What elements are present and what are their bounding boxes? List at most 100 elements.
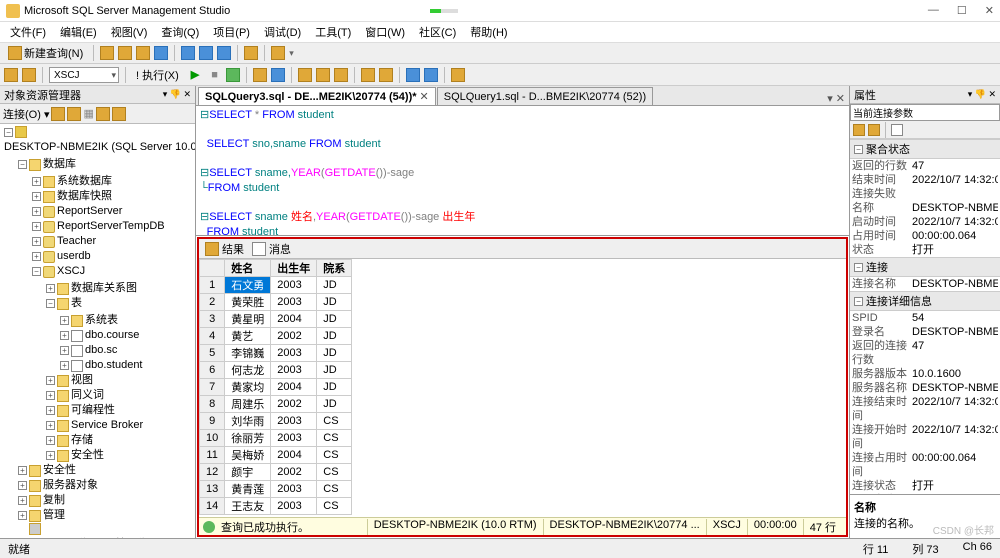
menu-help[interactable]: 帮助(H): [466, 23, 511, 41]
status-server: DESKTOP-NBME2IK (10.0 RTM): [367, 519, 543, 535]
status-login: DESKTOP-NBME2IK\20774 ...: [543, 519, 706, 535]
database-combo[interactable]: XSCJ: [49, 67, 119, 83]
table-row[interactable]: 9刘华雨2003CS: [200, 413, 352, 430]
tab-messages[interactable]: 消息: [252, 241, 291, 257]
stop-button[interactable]: ■: [207, 67, 222, 83]
props-body[interactable]: −聚合状态 返回的行数47 结束时间2022/10/7 14:32:06 连接失…: [850, 139, 1000, 494]
editor-area: SQLQuery3.sql - DE...ME2IK\20774 (54))*✕…: [196, 86, 850, 538]
toolbar-icon[interactable]: [334, 68, 348, 82]
table-row[interactable]: 4黄艺2002JD: [200, 328, 352, 345]
toolbar-icon[interactable]: [118, 46, 132, 60]
toolbar-icon[interactable]: [271, 68, 285, 82]
toolbar-icon[interactable]: [361, 68, 375, 82]
save-icon[interactable]: [199, 46, 213, 60]
alphabetical-icon[interactable]: [868, 124, 880, 136]
table-row[interactable]: 7黄家均2004JD: [200, 379, 352, 396]
sql-toolbar: XSCJ ! 执行(X) ▶ ■: [0, 64, 1000, 86]
tab-results[interactable]: 结果: [205, 241, 244, 257]
message-icon: [252, 242, 266, 256]
menu-query[interactable]: 查询(Q): [157, 23, 203, 41]
window-buttons: — ☐ ✕: [928, 4, 994, 17]
tabs-dropdown-icon[interactable]: ▾ ✕: [823, 92, 849, 105]
toolbar-icon[interactable]: [100, 46, 114, 60]
toolbar-icon[interactable]: [51, 107, 65, 121]
table-row[interactable]: 11吴梅娇2004CS: [200, 447, 352, 464]
menu-tools[interactable]: 工具(T): [311, 23, 355, 41]
menu-view[interactable]: 视图(V): [107, 23, 152, 41]
table-row[interactable]: 6何志龙2003JD: [200, 362, 352, 379]
table-row[interactable]: 8周建乐2002JD: [200, 396, 352, 413]
table-row[interactable]: 12颜宇2002CS: [200, 464, 352, 481]
table-row[interactable]: 3黄星明2004JD: [200, 311, 352, 328]
object-tree[interactable]: −DESKTOP-NBME2IK (SQL Server 10.0.160 −数…: [0, 124, 195, 538]
refresh-icon[interactable]: [112, 107, 126, 121]
status-bar: 就绪 行 11 列 73 Ch 66: [0, 538, 1000, 558]
progress-indicator: [430, 9, 458, 13]
new-query-button[interactable]: 新建查询(N): [4, 43, 87, 63]
table-row[interactable]: 13黄青莲2003CS: [200, 481, 352, 498]
minimize-button[interactable]: —: [928, 4, 939, 17]
toolbar-icon[interactable]: [298, 68, 312, 82]
newquery-icon: [8, 46, 22, 60]
tab-sqlquery3[interactable]: SQLQuery3.sql - DE...ME2IK\20774 (54))*✕: [198, 87, 436, 105]
sql-editor[interactable]: ⊟SELECT * FROM student SELECT sno,sname …: [196, 106, 849, 236]
menu-project[interactable]: 项目(P): [209, 23, 254, 41]
menu-community[interactable]: 社区(C): [415, 23, 460, 41]
toolbar-icon[interactable]: [451, 68, 465, 82]
toolbar-icon[interactable]: [154, 46, 168, 60]
menu-file[interactable]: 文件(F): [6, 23, 50, 41]
status-time: 00:00:00: [747, 519, 803, 535]
toolbar-icon[interactable]: [406, 68, 420, 82]
toolbar-icon[interactable]: [67, 107, 81, 121]
table-row[interactable]: 14王志友2003CS: [200, 498, 352, 515]
menu-edit[interactable]: 编辑(E): [56, 23, 101, 41]
debug-button[interactable]: ▶: [187, 66, 203, 83]
results-grid[interactable]: 姓名出生年院系1石文勇2003JD2黄荣胜2003JD3黄星明2004JD4黄艺…: [199, 259, 846, 517]
title-bar: Microsoft SQL Server Management Studio —…: [0, 0, 1000, 22]
execute-button[interactable]: ! 执行(X): [132, 65, 183, 85]
properties-pane: 属性 ▾ 👎 ✕ 当前连接参数 −聚合状态 返回的行数47 结束时间2022/1…: [850, 86, 1000, 538]
status-message: 查询已成功执行。: [221, 519, 309, 535]
maximize-button[interactable]: ☐: [957, 4, 967, 17]
parse-icon[interactable]: [226, 68, 240, 82]
props-toolbar: [850, 121, 1000, 139]
status-ch: Ch 66: [963, 541, 992, 557]
object-explorer: 对象资源管理器 ▾ 👎 ✕ 连接(O) ▾ ▦ −DESKTOP-NBME2IK…: [0, 86, 196, 538]
menu-window[interactable]: 窗口(W): [361, 23, 409, 41]
status-col: 列 73: [912, 541, 938, 557]
activity-icon[interactable]: [271, 46, 285, 60]
toolbar-icon[interactable]: [22, 68, 36, 82]
status-ready: 就绪: [8, 541, 30, 557]
status-db: XSCJ: [706, 519, 747, 535]
close-button[interactable]: ✕: [985, 4, 994, 17]
success-icon: [203, 521, 215, 533]
table-row[interactable]: 1石文勇2003JD: [200, 277, 352, 294]
results-tabs: 结果 消息: [199, 239, 846, 259]
new-query-label: 新建查询(N): [24, 45, 83, 61]
toolbar-icon[interactable]: [136, 46, 150, 60]
pane-controls[interactable]: ▾ 👎 ✕: [968, 89, 996, 100]
table-row[interactable]: 5李锦巍2003JD: [200, 345, 352, 362]
toolbar-icon[interactable]: [253, 68, 267, 82]
tab-sqlquery1[interactable]: SQLQuery1.sql - D...BME2IK\20774 (52)): [437, 87, 653, 105]
toolbar-icon[interactable]: [316, 68, 330, 82]
toolbar-icon[interactable]: [424, 68, 438, 82]
main-toolbar: 新建查询(N) ▾: [0, 42, 1000, 64]
tab-close-icon[interactable]: ✕: [420, 90, 429, 103]
props-icon[interactable]: [891, 124, 903, 136]
table-row[interactable]: 10徐丽芳2003CS: [200, 430, 352, 447]
pane-controls[interactable]: ▾ 👎 ✕: [163, 89, 191, 100]
toolbar-icon[interactable]: [379, 68, 393, 82]
toolbar-icon[interactable]: [4, 68, 18, 82]
toolbar-icon[interactable]: [244, 46, 258, 60]
connect-button[interactable]: 连接(O) ▾: [3, 106, 49, 122]
filter-icon[interactable]: [96, 107, 110, 121]
app-title: Microsoft SQL Server Management Studio: [24, 5, 230, 17]
open-icon[interactable]: [181, 46, 195, 60]
saveall-icon[interactable]: [217, 46, 231, 60]
props-object-combo[interactable]: 当前连接参数: [850, 104, 1000, 121]
table-row[interactable]: 2黄荣胜2003JD: [200, 294, 352, 311]
menu-debug[interactable]: 调试(D): [260, 23, 305, 41]
objexp-toolbar: 连接(O) ▾ ▦: [0, 104, 195, 124]
categorized-icon[interactable]: [853, 124, 865, 136]
